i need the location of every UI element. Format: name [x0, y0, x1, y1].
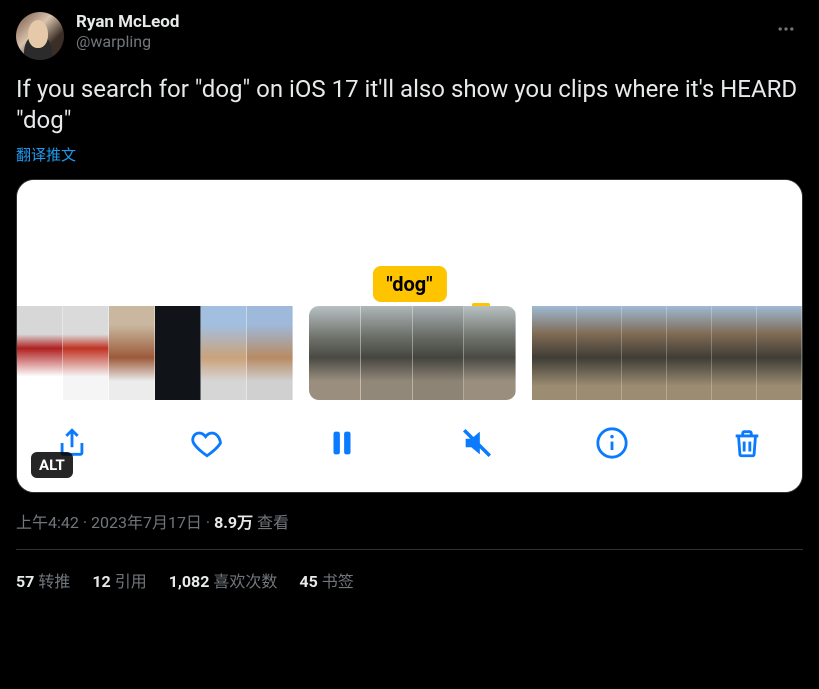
clip-thumbnail[interactable] — [247, 306, 293, 400]
clip-thumbnail[interactable] — [757, 306, 802, 400]
avatar[interactable] — [16, 12, 64, 60]
clip-thumbnail[interactable] — [577, 306, 622, 400]
clip-thumbnail[interactable] — [413, 306, 465, 400]
ellipsis-icon — [776, 19, 796, 39]
clip-group[interactable] — [17, 306, 293, 400]
pause-icon — [325, 426, 359, 460]
heart-icon — [190, 426, 224, 460]
mute-button[interactable] — [456, 422, 498, 464]
views-count: 8.9万 — [214, 513, 253, 532]
speaker-muted-icon — [460, 426, 494, 460]
stat-label: 书签 — [322, 572, 354, 591]
like-button[interactable] — [186, 422, 228, 464]
tweet-container: Ryan McLeod @warpling If you search for … — [0, 0, 819, 610]
pause-button[interactable] — [321, 422, 363, 464]
clip-group-active[interactable] — [309, 306, 516, 400]
info-icon — [595, 426, 629, 460]
video-timeline[interactable] — [17, 306, 802, 400]
likes-stat[interactable]: 1,082喜欢次数 — [169, 568, 278, 592]
clip-thumbnail[interactable] — [201, 306, 247, 400]
tweet-time[interactable]: 上午4:42 — [16, 513, 79, 532]
stat-count: 57 — [16, 572, 34, 591]
info-button[interactable] — [591, 422, 633, 464]
media-card[interactable]: "dog" — [16, 179, 803, 493]
stat-count: 45 — [299, 572, 317, 591]
display-name: Ryan McLeod — [76, 12, 757, 32]
more-button[interactable] — [769, 12, 803, 46]
stat-count: 12 — [92, 572, 110, 591]
retweets-stat[interactable]: 57转推 — [16, 568, 70, 592]
stat-label: 转推 — [38, 572, 70, 591]
media-toolbar — [17, 400, 802, 492]
delete-button[interactable] — [726, 422, 768, 464]
bookmarks-stat[interactable]: 45 书签 — [299, 568, 353, 592]
clip-thumbnail[interactable] — [667, 306, 712, 400]
tweet-date[interactable]: 2023年7月17日 — [91, 513, 202, 532]
tweet-text: If you search for "dog" on iOS 17 it'll … — [16, 74, 803, 136]
stat-label: 引用 — [115, 572, 147, 591]
clip-thumbnail[interactable] — [309, 306, 361, 400]
author-block[interactable]: Ryan McLeod @warpling — [76, 12, 757, 51]
clip-thumbnail[interactable] — [361, 306, 413, 400]
translate-link[interactable]: 翻译推文 — [16, 144, 803, 165]
handle: @warpling — [76, 32, 757, 51]
tweet-header: Ryan McLeod @warpling — [16, 12, 803, 60]
quotes-stat[interactable]: 12 引用 — [92, 568, 146, 592]
trash-icon — [730, 426, 764, 460]
clip-thumbnail[interactable] — [17, 306, 63, 400]
clip-thumbnail[interactable] — [532, 306, 577, 400]
meta-row: 上午4:42 · 2023年7月17日 · 8.9万 查看 — [16, 509, 803, 550]
clip-thumbnail[interactable] — [109, 306, 155, 400]
clip-thumbnail[interactable] — [155, 306, 201, 400]
stats-row: 57转推 12 引用 1,082喜欢次数 45 书签 — [16, 550, 803, 610]
search-term-badge: "dog" — [372, 266, 446, 302]
media-top-area: "dog" — [17, 180, 802, 306]
stat-count: 1,082 — [169, 572, 210, 591]
alt-badge[interactable]: ALT — [31, 452, 73, 478]
clip-thumbnail[interactable] — [712, 306, 757, 400]
clip-thumbnail[interactable] — [63, 306, 109, 400]
clip-thumbnail[interactable] — [622, 306, 667, 400]
clip-group[interactable] — [532, 306, 802, 400]
stat-label: 喜欢次数 — [213, 572, 277, 591]
views-label: 查看 — [257, 513, 289, 532]
clip-thumbnail[interactable] — [464, 306, 516, 400]
